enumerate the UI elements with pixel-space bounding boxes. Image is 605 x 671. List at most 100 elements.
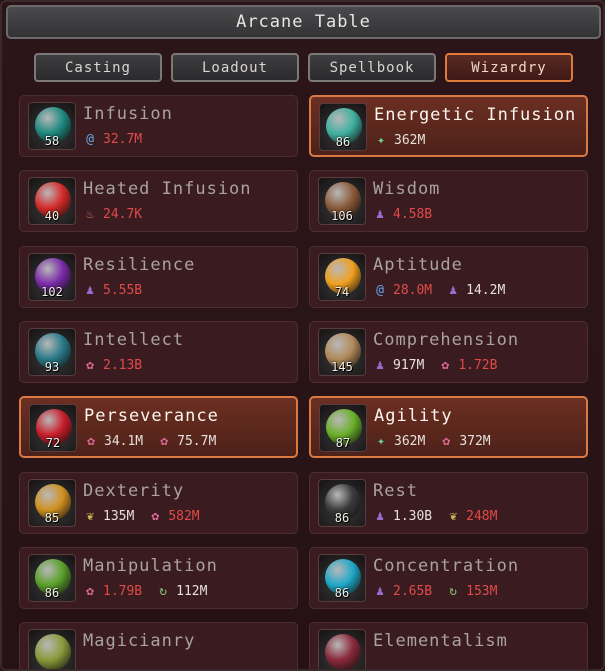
- spell-card-dexterity[interactable]: 85 Dexterity ❦ 135M ✿ 582M: [19, 472, 298, 534]
- orb: [325, 634, 361, 669]
- spell-level: 74: [334, 285, 350, 299]
- spell-name: Manipulation: [83, 556, 218, 576]
- cost-item: ✿ 34.1M: [84, 434, 143, 449]
- spell-name: Concentration: [373, 556, 520, 576]
- spell-level: 86: [334, 511, 350, 525]
- spell-level: 85: [44, 511, 60, 525]
- person-icon: ♟: [376, 583, 384, 599]
- spell-level: 102: [41, 285, 63, 299]
- flower-icon: ✿: [441, 357, 450, 373]
- spell-costs: ♟ 4.58B: [373, 207, 432, 222]
- cost-value: 5.55B: [103, 283, 143, 298]
- tab-casting[interactable]: Casting: [34, 53, 162, 82]
- cost-item: ♟ 2.65B: [373, 584, 432, 599]
- spell-level: 106: [331, 209, 353, 223]
- cost-item: ❦ 248M: [446, 509, 497, 524]
- spell-orb-icon: 86: [319, 103, 367, 151]
- spell-card-aptitude[interactable]: 74 Aptitude @28.0M ♟ 14.2M: [309, 246, 588, 308]
- spell-card-intellect[interactable]: 93 Intellect ✿ 2.13B: [19, 321, 298, 383]
- cycle-icon: ↻: [449, 583, 458, 599]
- cost-item: ♟ 917M: [373, 358, 424, 373]
- cost-value: 362M: [394, 434, 426, 449]
- spell-level: 86: [334, 586, 350, 600]
- spell-orb-icon: [28, 629, 76, 669]
- spell-costs: ♨ 24.7K: [83, 207, 142, 222]
- window-title: Arcane Table: [6, 5, 601, 39]
- spell-card-perseverance[interactable]: 72 Perseverance ✿ 34.1M ✿ 75.7M: [19, 396, 298, 458]
- spell-card-magicianry[interactable]: Magicianry: [19, 622, 298, 669]
- cost-value: 2.65B: [393, 584, 433, 599]
- person-icon: ♟: [86, 282, 94, 298]
- spell-name: Aptitude: [373, 255, 463, 275]
- spell-card-manipulation[interactable]: 86 Manipulation ✿ 1.79B ↻ 112M: [19, 547, 298, 609]
- spell-card-concentration[interactable]: 86 Concentration ♟ 2.65B ↻ 153M: [309, 547, 588, 609]
- cost-value: 14.2M: [466, 283, 506, 298]
- cost-value: 2.13B: [103, 358, 143, 373]
- spell-name: Infusion: [83, 104, 173, 124]
- spell-orb-icon: 86: [318, 554, 366, 602]
- spell-orb-icon: 40: [28, 177, 76, 225]
- spell-level: 40: [44, 209, 60, 223]
- cost-item: ✦ 362M: [374, 434, 425, 449]
- flower-icon: ✿: [86, 583, 94, 599]
- spell-level: 58: [44, 134, 60, 148]
- spell-orb-icon: 86: [318, 479, 366, 527]
- cost-item: @28.0M: [373, 283, 432, 298]
- spell-card-elementalism[interactable]: Elementalism: [309, 622, 588, 669]
- cost-value: 582M: [168, 509, 200, 524]
- spell-card-resilience[interactable]: 102 Resilience ♟ 5.55B: [19, 246, 298, 308]
- spell-name: Elementalism: [373, 631, 508, 651]
- spell-name: Magicianry: [83, 631, 196, 651]
- spell-name: Dexterity: [83, 481, 185, 501]
- leaf-icon: ❦: [86, 508, 94, 524]
- spell-orb-icon: 93: [28, 328, 76, 376]
- spell-level: 86: [335, 135, 351, 149]
- spell-card-rest[interactable]: 86 Rest ♟ 1.30B ❦ 248M: [309, 472, 588, 534]
- spell-costs: ♟ 1.30B ❦ 248M: [373, 509, 497, 524]
- cost-item: ↻ 153M: [446, 584, 497, 599]
- spell-costs: ♟ 917M ✿ 1.72B: [373, 358, 497, 373]
- star-icon: ✦: [377, 132, 385, 148]
- cost-value: 248M: [466, 509, 498, 524]
- cost-item: ✿ 75.7M: [157, 434, 216, 449]
- spell-name: Energetic Infusion: [374, 105, 577, 125]
- cost-item: ♟ 1.30B: [373, 509, 432, 524]
- spell-orb-icon: 58: [28, 102, 76, 150]
- tab-spellbook[interactable]: Spellbook: [308, 53, 436, 82]
- spell-costs: ✦ 362M ✿ 372M: [374, 434, 491, 449]
- cost-item: ❦ 135M: [83, 509, 134, 524]
- cost-item: ✿ 372M: [439, 434, 490, 449]
- cost-value: 32.7M: [103, 132, 143, 147]
- tab-wizardry[interactable]: Wizardry: [445, 53, 573, 82]
- spell-card-comprehension[interactable]: 145 Comprehension ♟ 917M ✿ 1.72B: [309, 321, 588, 383]
- cost-value: 4.58B: [393, 207, 433, 222]
- spell-card-heated-infusion[interactable]: 40 Heated Infusion ♨ 24.7K: [19, 170, 298, 232]
- cost-item: ♨ 24.7K: [83, 207, 142, 222]
- spell-card-infusion[interactable]: 58 Infusion @32.7M: [19, 95, 298, 157]
- spell-costs: ♟ 5.55B: [83, 283, 142, 298]
- spell-costs: ✿ 1.79B ↻ 112M: [83, 584, 207, 599]
- spell-orb-icon: 102: [28, 253, 76, 301]
- flower-icon: ✿: [160, 433, 169, 449]
- spell-card-agility[interactable]: 87 Agility ✦ 362M ✿ 372M: [309, 396, 588, 458]
- cost-value: 112M: [176, 584, 208, 599]
- cost-item: ✿ 1.79B: [83, 584, 142, 599]
- person-icon: ♟: [449, 282, 458, 298]
- cost-item: ♟ 5.55B: [83, 283, 142, 298]
- spell-orb-icon: [318, 629, 366, 669]
- cost-value: 362M: [394, 133, 426, 148]
- cost-value: 153M: [466, 584, 498, 599]
- cost-value: 372M: [459, 434, 491, 449]
- spell-costs: ✿ 2.13B: [83, 358, 142, 373]
- spell-orb-icon: 72: [29, 404, 77, 452]
- tab-loadout[interactable]: Loadout: [171, 53, 299, 82]
- spell-orb-icon: 85: [28, 479, 76, 527]
- cost-item: ✿ 2.13B: [83, 358, 142, 373]
- cost-item: ✿ 1.72B: [438, 358, 497, 373]
- flower-icon: ✿: [151, 508, 160, 524]
- leaf-icon: ❦: [449, 508, 458, 524]
- spell-card-energetic-infusion[interactable]: 86 Energetic Infusion ✦ 362M: [309, 95, 588, 157]
- spell-card-wisdom[interactable]: 106 Wisdom ♟ 4.58B: [309, 170, 588, 232]
- cost-value: 917M: [393, 358, 425, 373]
- swirl-icon: @: [86, 131, 94, 147]
